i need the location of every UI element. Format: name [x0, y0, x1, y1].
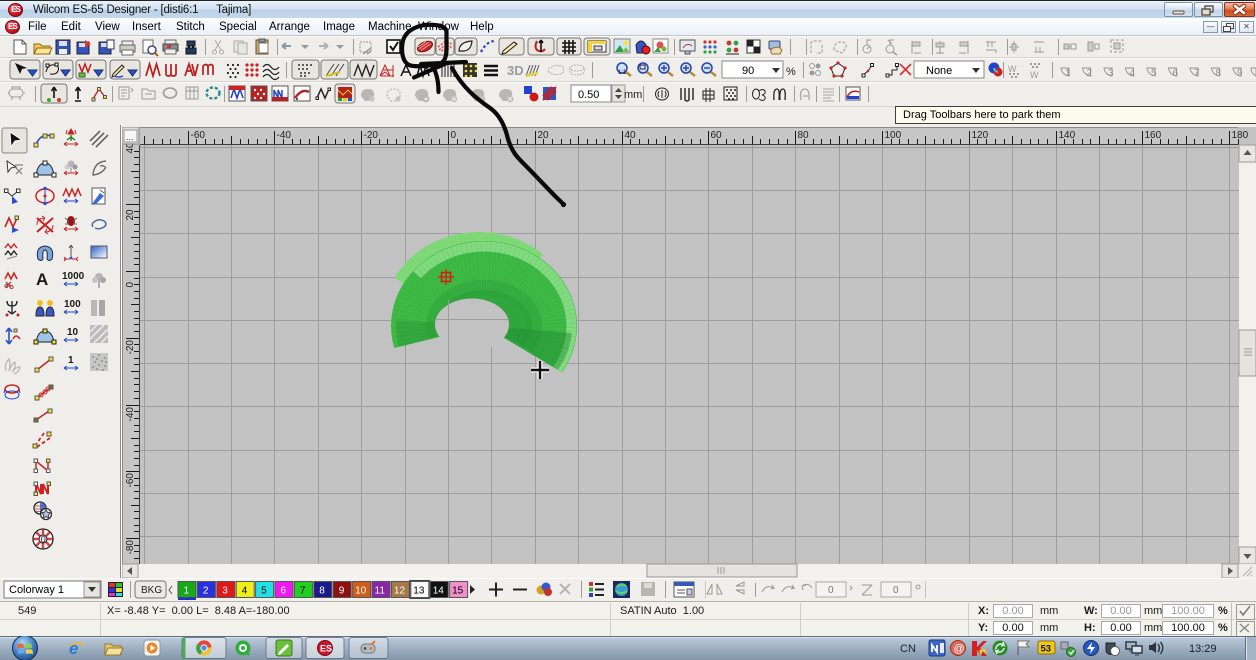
svg-text:11: 11	[375, 586, 386, 597]
svg-text:-60: -60	[125, 473, 136, 488]
svg-text:3: 3	[1108, 68, 1114, 79]
svg-text:1: 1	[184, 586, 190, 597]
svg-text:9: 9	[1237, 68, 1243, 79]
svg-text:180: 180	[1232, 130, 1249, 141]
svg-text:120: 120	[972, 130, 989, 141]
svg-text:2: 2	[203, 586, 209, 597]
svg-text:6: 6	[281, 586, 287, 597]
svg-text:2: 2	[1087, 68, 1093, 79]
svg-text:BKG: BKG	[141, 585, 162, 596]
svg-text:12: 12	[394, 586, 406, 597]
svg-text:90: 90	[742, 65, 754, 77]
svg-text:10: 10	[67, 327, 79, 338]
svg-text:A: A	[36, 270, 48, 289]
svg-text:80: 80	[798, 130, 810, 141]
svg-text:5: 5	[1151, 68, 1157, 79]
svg-text:40: 40	[625, 130, 637, 141]
svg-text:160: 160	[1145, 130, 1162, 141]
svg-text:ES: ES	[320, 644, 332, 654]
svg-text:7: 7	[300, 586, 306, 597]
svg-text:-20: -20	[364, 130, 379, 141]
svg-text:W: W	[1008, 64, 1017, 74]
svg-text:15: 15	[452, 586, 464, 597]
svg-text:14: 14	[433, 586, 445, 597]
svg-text:7: 7	[1194, 68, 1200, 79]
svg-text:140: 140	[1059, 130, 1076, 141]
svg-text:10: 10	[355, 586, 367, 597]
svg-text:0.50: 0.50	[578, 89, 599, 101]
svg-text:0: 0	[451, 130, 457, 141]
svg-text:0: 0	[125, 282, 136, 288]
svg-text:1:1: 1:1	[618, 70, 627, 76]
svg-text:e: e	[69, 639, 78, 658]
svg-text:4: 4	[242, 586, 248, 597]
svg-text:mm: mm	[624, 89, 642, 101]
svg-text:5: 5	[261, 586, 267, 597]
svg-text:1: 1	[68, 355, 74, 366]
svg-text:-80: -80	[125, 540, 136, 555]
svg-text:20: 20	[125, 209, 136, 221]
svg-text:-40: -40	[125, 407, 136, 422]
svg-text:W: W	[1030, 70, 1039, 80]
svg-text:@: @	[954, 643, 965, 655]
svg-text:13:29: 13:29	[1189, 643, 1217, 655]
svg-text:8: 8	[319, 586, 325, 597]
svg-text:-60: -60	[191, 130, 206, 141]
svg-text:0: 0	[828, 585, 834, 596]
svg-text:1: 1	[1065, 68, 1071, 79]
svg-text:13: 13	[413, 586, 425, 597]
svg-text:100: 100	[64, 299, 81, 310]
svg-text:3: 3	[222, 586, 228, 597]
svg-text:Colorway 1: Colorway 1	[9, 584, 64, 596]
svg-text:0: 0	[893, 585, 899, 596]
svg-text:-20: -20	[125, 340, 136, 355]
svg-text:53: 53	[1041, 644, 1052, 655]
svg-text:9: 9	[339, 586, 345, 597]
svg-text:0: 0	[41, 535, 46, 545]
svg-text:20: 20	[538, 130, 550, 141]
svg-text:60: 60	[711, 130, 723, 141]
svg-text:4: 4	[1130, 68, 1136, 79]
svg-text:3D: 3D	[507, 63, 524, 78]
svg-text:%: %	[786, 66, 796, 78]
svg-text:None: None	[926, 65, 952, 77]
svg-text:1000: 1000	[62, 271, 85, 282]
svg-text:100: 100	[885, 130, 902, 141]
svg-text:6: 6	[1173, 68, 1179, 79]
svg-text:8: 8	[1216, 68, 1222, 79]
svg-text:CN: CN	[900, 643, 916, 655]
svg-text:-40: -40	[277, 130, 292, 141]
svg-text:...: ...	[126, 132, 134, 142]
